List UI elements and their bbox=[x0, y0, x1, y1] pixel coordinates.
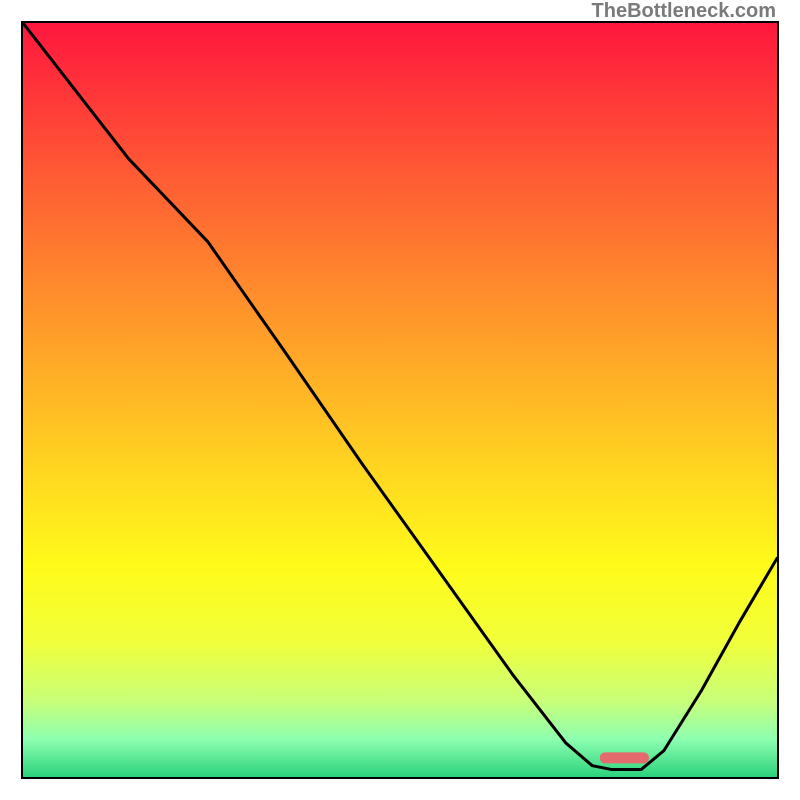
watermark-text: TheBottleneck.com bbox=[592, 0, 776, 23]
chart-svg bbox=[23, 23, 777, 777]
optimum-marker bbox=[600, 752, 649, 763]
chart-frame bbox=[21, 21, 779, 779]
chart-background bbox=[23, 23, 777, 777]
